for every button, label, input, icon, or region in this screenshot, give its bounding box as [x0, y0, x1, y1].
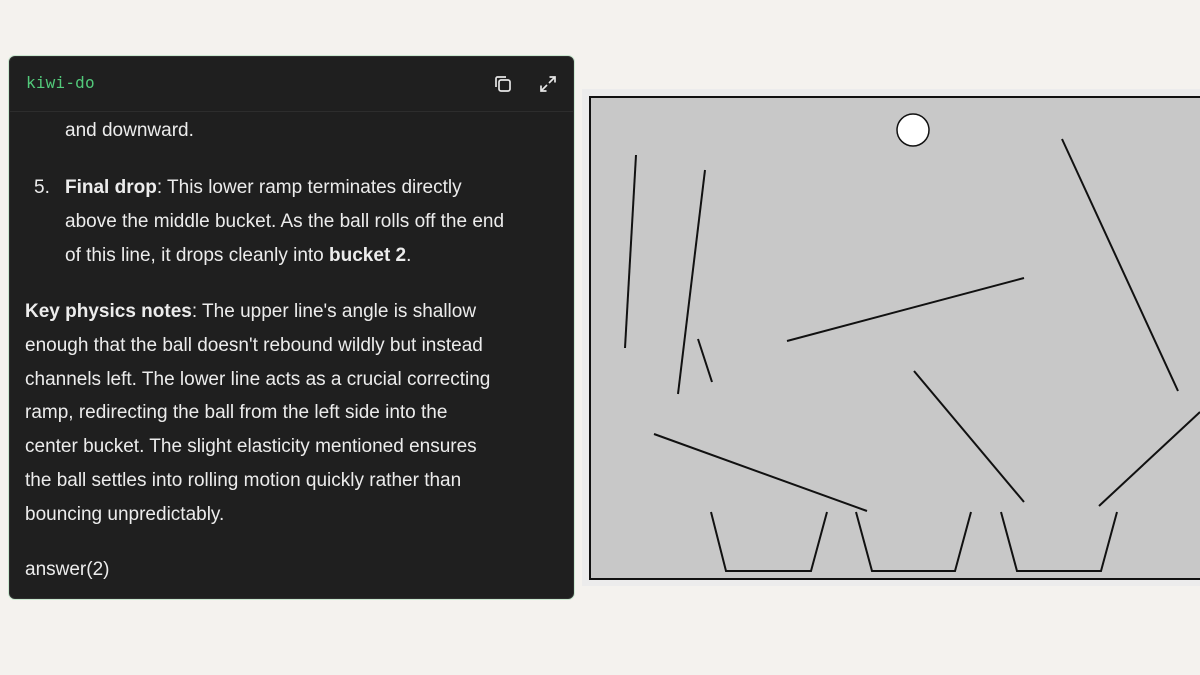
list-item-number: 5. [34, 177, 50, 198]
copy-icon [495, 76, 511, 92]
ball [896, 113, 930, 147]
copy-button[interactable] [492, 73, 514, 95]
message-body: and downward. 5. Final drop: This lower … [10, 112, 573, 598]
notes-text: : The upper line's angle is shallow [191, 301, 477, 322]
bucket-reference: bucket 2 [329, 245, 407, 266]
simulation-frame [582, 89, 1200, 586]
answer-line: answer(2) [25, 559, 110, 580]
card-header: kiwi-do [10, 57, 573, 112]
list-item-line: above the middle bucket. As the ball rol… [65, 211, 505, 232]
list-item-line: Final drop: This lower ramp terminates d… [65, 171, 462, 205]
notes-line: enough that the ball doesn't rebound wil… [25, 335, 483, 356]
continuation-line: and downward. [65, 120, 194, 141]
list-item-line: of this line, it drops cleanly into buck… [65, 239, 411, 273]
chat-message-card: kiwi-do and downward. 5. Final drop: Thi… [9, 56, 574, 599]
notes-line: center bucket. The slight elasticity men… [25, 436, 477, 457]
expand-button[interactable] [537, 73, 559, 95]
list-item-text: of this line, it drops cleanly into [65, 245, 330, 266]
list-item-text: . [406, 245, 412, 266]
notes-line: channels left. The lower line acts as a … [25, 369, 491, 390]
expand-icon [540, 76, 556, 92]
list-item-title: Final drop [65, 177, 157, 198]
simulation-boundary [589, 96, 1200, 580]
notes-line: ramp, redirecting the ball from the left… [25, 402, 448, 423]
list-item-text: : This lower ramp terminates directly [156, 177, 462, 198]
notes-line: Key physics notes: The upper line's angl… [25, 295, 476, 329]
notes-line: the ball settles into rolling motion qui… [25, 470, 462, 491]
simulation-canvas [589, 96, 1200, 580]
brand-label: kiwi-do [26, 73, 95, 92]
notes-line: bouncing unpredictably. [25, 504, 225, 525]
notes-title: Key physics notes [25, 301, 192, 322]
